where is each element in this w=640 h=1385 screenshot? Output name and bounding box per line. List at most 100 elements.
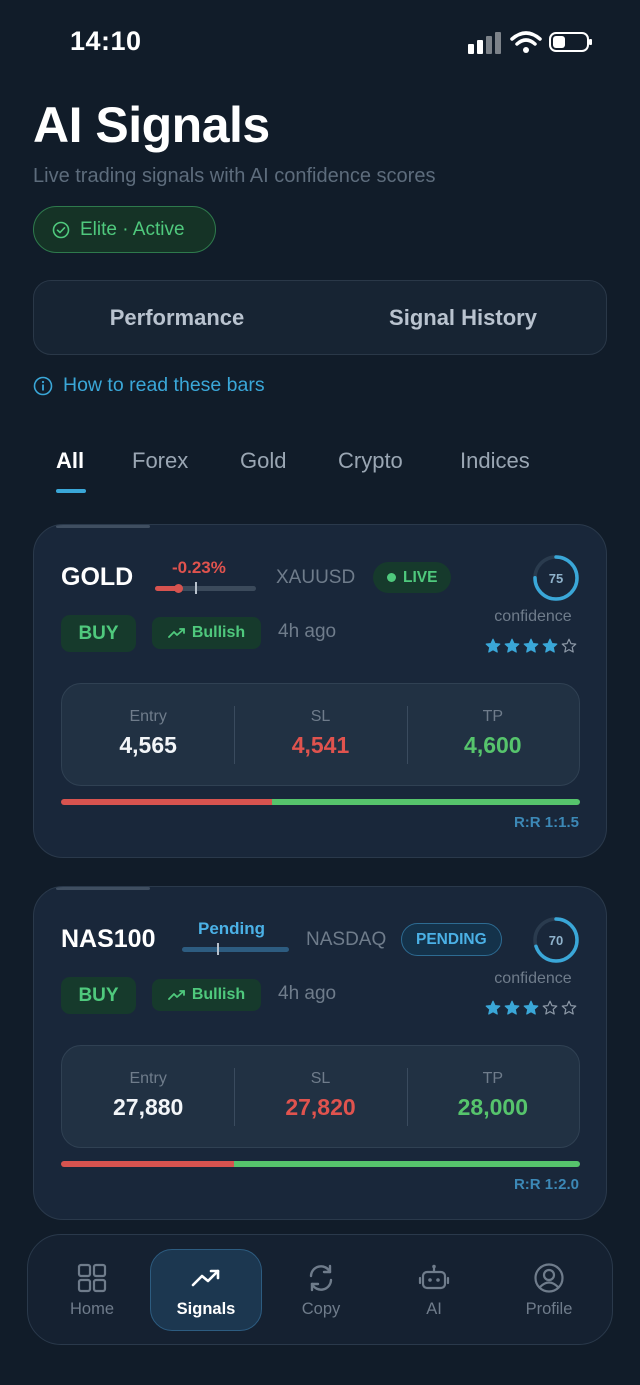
tier-status-badge: Elite · Active bbox=[33, 206, 216, 253]
page-title: AI Signals bbox=[33, 97, 270, 153]
grid-icon bbox=[77, 1263, 107, 1293]
risk-segment bbox=[61, 1161, 234, 1167]
take-profit-level: TP 28,000 bbox=[406, 1046, 579, 1147]
nav-label-ai: AI bbox=[426, 1300, 442, 1318]
tp-value: 28,000 bbox=[457, 1094, 528, 1120]
tp-value: 4,600 bbox=[464, 732, 522, 758]
performance-button[interactable]: Performance bbox=[34, 281, 320, 354]
risk-reward-ratio: R:R 1:2.0 bbox=[513, 1176, 579, 1193]
trending-up-icon bbox=[191, 1269, 220, 1286]
robot-icon bbox=[418, 1264, 450, 1290]
star-filled-icon bbox=[523, 1000, 539, 1015]
trending-up-icon bbox=[167, 990, 185, 1000]
reward-segment bbox=[233, 1161, 580, 1167]
nav-item-ai[interactable]: AI bbox=[379, 1235, 489, 1346]
signal-card[interactable]: NAS100 Pending NASDAQ PENDING 70 confide… bbox=[33, 886, 607, 1220]
active-filter-indicator bbox=[56, 489, 86, 493]
cellular-signal-icon bbox=[468, 32, 501, 54]
card-top-accent bbox=[56, 525, 150, 528]
battery-icon bbox=[549, 32, 592, 52]
entry-value: 4,565 bbox=[119, 732, 177, 758]
price-change-bar bbox=[155, 582, 256, 594]
pending-status-badge: PENDING bbox=[401, 923, 502, 956]
sl-label: SL bbox=[310, 1070, 331, 1087]
segmented-control: Performance Signal History bbox=[33, 280, 607, 355]
tp-label: TP bbox=[482, 1070, 504, 1087]
nav-label-home: Home bbox=[69, 1300, 114, 1318]
risk-reward-bar bbox=[61, 799, 580, 805]
filter-tab-gold[interactable]: Gold bbox=[240, 448, 286, 474]
sl-label: SL bbox=[310, 708, 331, 725]
entry-label: Entry bbox=[129, 708, 167, 725]
sl-value: 4,541 bbox=[291, 732, 350, 758]
confidence-label: confidence bbox=[494, 970, 572, 987]
nav-item-home[interactable]: Home bbox=[37, 1235, 147, 1346]
confidence-label: confidence bbox=[494, 608, 572, 625]
entry-label: Entry bbox=[129, 1070, 167, 1087]
price-change: Pending bbox=[198, 919, 266, 938]
signal-age: 4h ago bbox=[278, 983, 337, 1004]
side-badge: BUY bbox=[61, 977, 136, 1014]
confidence-stars bbox=[485, 1000, 577, 1016]
star-filled-icon bbox=[542, 638, 558, 653]
filter-tab-crypto[interactable]: Crypto bbox=[338, 448, 403, 474]
filter-tab-forex[interactable]: Forex bbox=[132, 448, 188, 474]
bottom-nav: Home Signals Copy AI Profile bbox=[27, 1234, 613, 1345]
trend-label: Bullish bbox=[191, 986, 246, 1003]
nav-label-signals: Signals bbox=[176, 1299, 236, 1318]
nav-item-profile[interactable]: Profile bbox=[494, 1235, 604, 1346]
risk-reward-bar bbox=[61, 1161, 580, 1167]
entry-level: Entry 27,880 bbox=[62, 1046, 234, 1147]
nav-label-copy: Copy bbox=[301, 1300, 341, 1318]
help-link-label: How to read these bars bbox=[63, 374, 265, 396]
price-change: -0.23% bbox=[172, 558, 226, 577]
signal-history-button[interactable]: Signal History bbox=[320, 281, 606, 354]
help-link[interactable]: How to read these bars bbox=[33, 374, 265, 397]
status-bar: 14:10 bbox=[0, 0, 640, 86]
status-time: 14:10 bbox=[70, 26, 142, 56]
stop-loss-level: SL 4,541 bbox=[234, 684, 406, 785]
star-filled-icon bbox=[504, 1000, 520, 1015]
price-change-center-tick bbox=[217, 943, 219, 955]
signal-age: 4h ago bbox=[278, 621, 337, 642]
confidence-stars bbox=[485, 638, 577, 654]
entry-level: Entry 4,565 bbox=[62, 684, 234, 785]
signal-symbol: NAS100 bbox=[61, 925, 156, 953]
star-filled-icon bbox=[523, 638, 539, 653]
star-filled-icon bbox=[504, 638, 520, 653]
star-filled-icon bbox=[485, 1000, 501, 1015]
sl-value: 27,820 bbox=[285, 1094, 356, 1120]
star-empty-icon bbox=[561, 1000, 577, 1015]
exchange-label: NASDAQ bbox=[306, 929, 387, 950]
price-levels: Entry 27,880 SL 27,820 TP 28,000 bbox=[61, 1045, 580, 1148]
live-status-badge: LIVE bbox=[373, 562, 452, 593]
take-profit-level: TP 4,600 bbox=[406, 684, 579, 785]
entry-value: 27,880 bbox=[112, 1094, 184, 1120]
nav-item-signals[interactable]: Signals bbox=[150, 1249, 262, 1331]
tier-badge-label: Elite · Active bbox=[80, 218, 185, 240]
price-change-center-tick bbox=[195, 582, 197, 594]
refresh-icon bbox=[309, 1264, 333, 1292]
trend-badge: Bullish bbox=[152, 979, 261, 1011]
signal-card[interactable]: GOLD -0.23% XAUUSD LIVE 75 confidence BU… bbox=[33, 524, 607, 858]
side-badge: BUY bbox=[61, 615, 136, 652]
card-top-accent bbox=[56, 887, 150, 890]
price-levels: Entry 4,565 SL 4,541 TP 4,600 bbox=[61, 683, 580, 786]
star-empty-icon bbox=[561, 638, 577, 653]
status-badge-label: PENDING bbox=[416, 930, 487, 948]
star-filled-icon bbox=[485, 638, 501, 653]
nav-item-copy[interactable]: Copy bbox=[266, 1235, 376, 1346]
trend-badge: Bullish bbox=[152, 617, 261, 649]
user-circle-icon bbox=[534, 1263, 564, 1293]
trending-up-icon bbox=[167, 628, 185, 638]
wifi-icon bbox=[510, 31, 542, 53]
risk-segment bbox=[61, 799, 273, 805]
tp-label: TP bbox=[482, 708, 504, 725]
status-badge-label: LIVE bbox=[403, 568, 438, 586]
risk-reward-ratio: R:R 1:1.5 bbox=[513, 814, 579, 831]
filter-tab-indices[interactable]: Indices bbox=[460, 448, 530, 474]
check-circle-icon bbox=[52, 221, 70, 238]
filter-tab-all[interactable]: All bbox=[56, 448, 84, 474]
trend-label: Bullish bbox=[191, 624, 246, 641]
signal-symbol: GOLD bbox=[61, 563, 134, 591]
